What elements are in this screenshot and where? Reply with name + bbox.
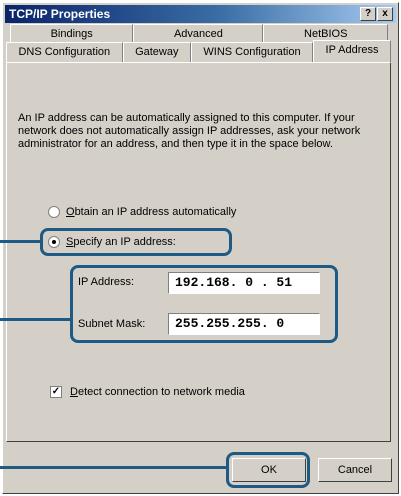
ip-description-text: An IP address can be automatically assig… xyxy=(18,112,361,150)
ok-button-callout xyxy=(226,452,310,488)
title-bar[interactable]: TCP/IP Properties ? x xyxy=(5,5,396,23)
tab-row-front: DNS Configuration Gateway WINS Configura… xyxy=(6,40,391,62)
help-button[interactable]: ? xyxy=(360,7,376,21)
obtain-ip-label: Obtain an IP address automatically xyxy=(66,206,237,218)
tab-advanced[interactable]: Advanced xyxy=(133,24,264,44)
detect-connection-label: Detect connection to network media xyxy=(70,386,245,398)
specify-ip-callout-line xyxy=(0,240,42,243)
detect-connection-checkbox[interactable]: ✓ xyxy=(50,386,62,398)
detect-connection-option[interactable]: ✓ Detect connection to network media xyxy=(50,386,245,398)
ip-fields-callout xyxy=(70,265,338,343)
specify-ip-callout xyxy=(40,228,232,256)
close-button[interactable]: x xyxy=(377,7,393,21)
tab-dns-configuration[interactable]: DNS Configuration xyxy=(6,42,123,62)
obtain-ip-radio[interactable] xyxy=(48,206,60,218)
obtain-ip-option[interactable]: Obtain an IP address automatically xyxy=(48,206,236,218)
tab-gateway[interactable]: Gateway xyxy=(122,42,191,62)
window-title: TCP/IP Properties xyxy=(9,7,111,21)
ok-button-callout-line xyxy=(0,466,228,469)
tab-bindings[interactable]: Bindings xyxy=(10,24,134,44)
ip-fields-callout-line xyxy=(0,318,72,321)
tab-ip-address[interactable]: IP Address xyxy=(313,40,391,62)
cancel-button[interactable]: Cancel xyxy=(318,458,392,482)
tab-wins-configuration[interactable]: WINS Configuration xyxy=(190,42,314,62)
